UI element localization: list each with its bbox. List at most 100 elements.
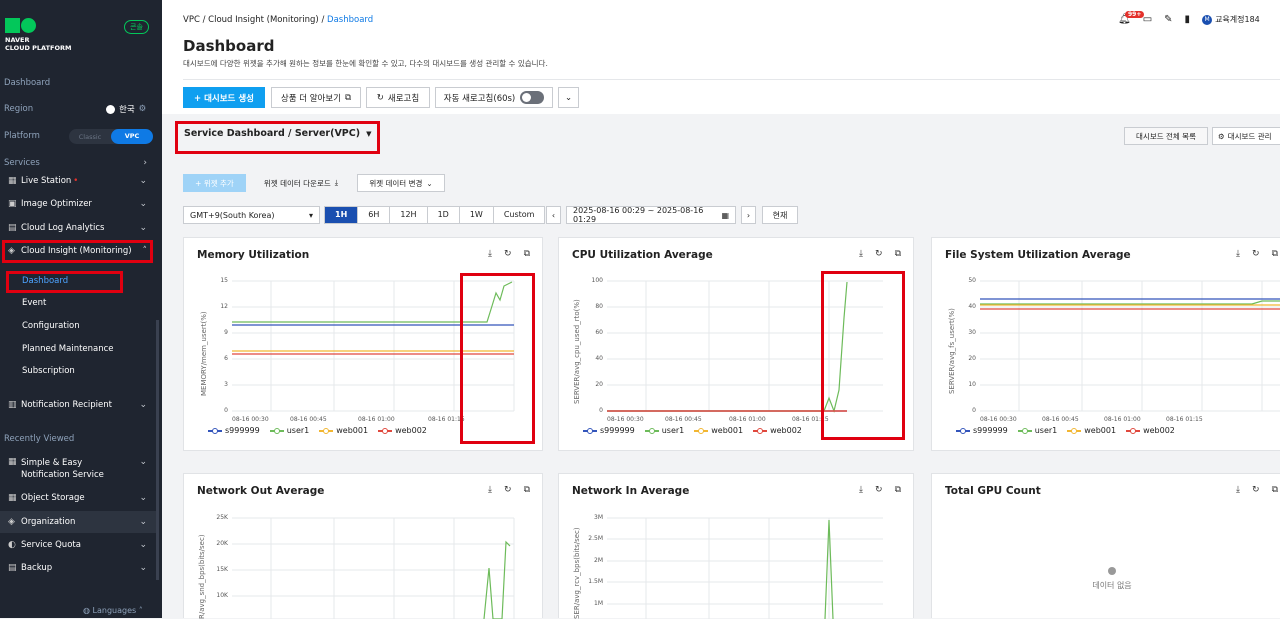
image-icon: ▣	[8, 199, 17, 209]
widget-total-gpu-count: Total GPU Count ⤓ ↻ ⧉ 데이터 없음	[931, 473, 1280, 618]
services-header[interactable]: Services ›	[0, 158, 156, 168]
recent-item-simple-notification[interactable]: ▦ Simple & Easy Notification Service ⌄	[0, 451, 156, 483]
refresh-icon[interactable]: ↻	[1252, 485, 1260, 495]
recent-item-organization[interactable]: ◈ Organization ⌄	[0, 511, 156, 533]
y-tick: 2.5M	[588, 535, 603, 542]
range-1h[interactable]: 1H	[325, 207, 358, 223]
refresh-icon: ↻	[376, 92, 384, 103]
y-tick: 10K	[216, 592, 228, 599]
now-button[interactable]: 현재	[762, 206, 798, 224]
highlight-box	[460, 273, 535, 444]
top-header: VPC / Cloud Insight (Monitoring) / Dashb…	[162, 0, 1280, 114]
platform-vpc[interactable]: VPC	[111, 129, 153, 144]
chevron-down-icon: ⌄	[139, 400, 147, 410]
breadcrumb: VPC / Cloud Insight (Monitoring) / Dashb…	[183, 15, 374, 25]
recent-item-backup[interactable]: ▤ Backup ⌄	[0, 557, 156, 579]
y-tick: 12	[220, 303, 228, 310]
breadcrumb-dashboard[interactable]: Dashboard	[327, 15, 373, 25]
y-tick: 0	[972, 407, 976, 414]
download-widget-data-button[interactable]: 위젯 데이터 다운로드 ⤓	[251, 174, 351, 192]
legend-item[interactable]: web001	[1067, 426, 1116, 435]
gear-icon: ⚙	[1218, 131, 1225, 141]
timezone-select[interactable]: GMT+9(South Korea) ▾	[183, 206, 320, 224]
range-6h[interactable]: 6H	[357, 207, 389, 223]
legend-item[interactable]: user1	[1017, 426, 1057, 435]
languages-selector[interactable]: ◍ Languages ˄	[83, 606, 143, 615]
chevron-right-icon: ›	[746, 210, 751, 220]
download-icon[interactable]: ⤓	[1236, 485, 1240, 495]
platform-classic[interactable]: Classic	[69, 133, 111, 141]
legend-item[interactable]: web001	[319, 426, 368, 435]
book-icon[interactable]: ▮	[1185, 14, 1191, 25]
breadcrumb-cloud-insight[interactable]: Cloud Insight (Monitoring)	[208, 15, 319, 25]
range-12h[interactable]: 12H	[389, 207, 426, 223]
prev-range-button[interactable]: ‹	[546, 206, 561, 224]
recent-item-service-quota[interactable]: ◐ Service Quota ⌄	[0, 534, 156, 556]
legend-item[interactable]: web002	[753, 426, 802, 435]
y-tick: 40	[595, 355, 603, 362]
x-tick: 08-16 01:15	[1166, 416, 1203, 423]
more-options-button[interactable]: ⌄	[558, 87, 579, 108]
notification-count-badge: 99+	[1125, 11, 1145, 18]
sidebar-sub-planned-maintenance[interactable]: Planned Maintenance	[22, 344, 114, 354]
memo-icon[interactable]: ✎	[1164, 14, 1172, 25]
change-widget-data-button[interactable]: 위젯 데이터 변경 ⌄	[357, 174, 445, 192]
range-1d[interactable]: 1D	[426, 207, 459, 223]
learn-more-button[interactable]: 상품 더 알아보기 ⧉	[271, 87, 361, 108]
next-range-button[interactable]: ›	[741, 206, 756, 224]
add-widget-button[interactable]: + 위젯 추가	[183, 174, 246, 192]
breadcrumb-vpc[interactable]: VPC	[183, 15, 200, 25]
sidebar-item-notification-recipient[interactable]: ▥ Notification Recipient ⌄	[0, 394, 156, 416]
dashboard-manage-button[interactable]: ⚙ 대시보드 관리	[1212, 127, 1280, 145]
legend-item[interactable]: web002	[378, 426, 427, 435]
x-tick: 08-16 01:00	[729, 416, 766, 423]
legend-item[interactable]: s999999	[956, 426, 1008, 435]
external-link-icon: ⧉	[345, 92, 352, 103]
legend-item[interactable]: s999999	[208, 426, 260, 435]
sidebar-sub-configuration[interactable]: Configuration	[22, 321, 80, 331]
dashboard-list-button[interactable]: 대시보드 전체 목록	[1124, 127, 1208, 145]
user-menu[interactable]: M 교육계정184	[1202, 14, 1260, 25]
chevron-right-icon: ›	[143, 158, 147, 168]
chevron-down-icon: ⌄	[139, 223, 147, 233]
create-dashboard-button[interactable]: + 대시보드 생성	[183, 87, 265, 108]
y-tick: 1.5M	[588, 578, 603, 585]
y-tick: 2M	[594, 557, 603, 564]
x-tick: 08-16 00:45	[290, 416, 327, 423]
sidebar-item-image-optimizer[interactable]: ▣ Image Optimizer ⌄	[0, 193, 156, 215]
sidebar-dashboard-link[interactable]: Dashboard	[0, 78, 156, 88]
organization-icon: ◈	[8, 517, 15, 527]
date-range-picker[interactable]: 2025-08-16 00:29 ~ 2025-08-16 01:29 ▦	[566, 206, 736, 224]
highlight-box	[6, 271, 123, 293]
auto-refresh-switch[interactable]	[520, 91, 545, 104]
sidebar: NAVER CLOUD PLATFORM 콘솔 Dashboard Region …	[0, 0, 162, 618]
recent-item-object-storage[interactable]: ▦ Object Storage ⌄	[0, 487, 156, 509]
network-in-chart	[607, 517, 883, 619]
platform-toggle[interactable]: Classic VPC	[69, 129, 153, 144]
sidebar-item-cloud-log-analytics[interactable]: ▤ Cloud Log Analytics ⌄	[0, 217, 156, 239]
chat-icon[interactable]: ▭	[1143, 14, 1152, 25]
legend-item[interactable]: web002	[1126, 426, 1175, 435]
auto-refresh-toggle[interactable]: 자동 새로고침(60s)	[435, 87, 553, 108]
gear-icon: ⚙	[138, 104, 147, 114]
refresh-button[interactable]: ↻ 새로고침	[366, 87, 430, 108]
range-custom[interactable]: Custom	[492, 207, 545, 223]
backup-icon: ▤	[8, 563, 17, 573]
widget-title: Total GPU Count	[945, 485, 1041, 497]
naver-cloud-logo[interactable]: NAVER CLOUD PLATFORM	[5, 18, 71, 52]
legend-item[interactable]: s999999	[583, 426, 635, 435]
y-tick: 15	[220, 277, 228, 284]
sidebar-item-live-station[interactable]: ▦ Live Station • ⌄	[0, 170, 156, 192]
legend-item[interactable]: user1	[644, 426, 684, 435]
legend-item[interactable]: web001	[694, 426, 743, 435]
maximize-icon[interactable]: ⧉	[1272, 485, 1278, 495]
recently-viewed-header: Recently Viewed	[4, 434, 75, 444]
sidebar-sub-subscription[interactable]: Subscription	[22, 366, 75, 376]
y-tick: 15K	[216, 566, 228, 573]
korea-flag-icon	[106, 104, 115, 114]
region-selector[interactable]: 한국 ⚙	[106, 103, 146, 115]
sidebar-scrollbar[interactable]	[156, 320, 159, 580]
sidebar-sub-event[interactable]: Event	[22, 298, 46, 308]
legend-item[interactable]: user1	[269, 426, 309, 435]
range-1w[interactable]: 1W	[458, 207, 493, 223]
